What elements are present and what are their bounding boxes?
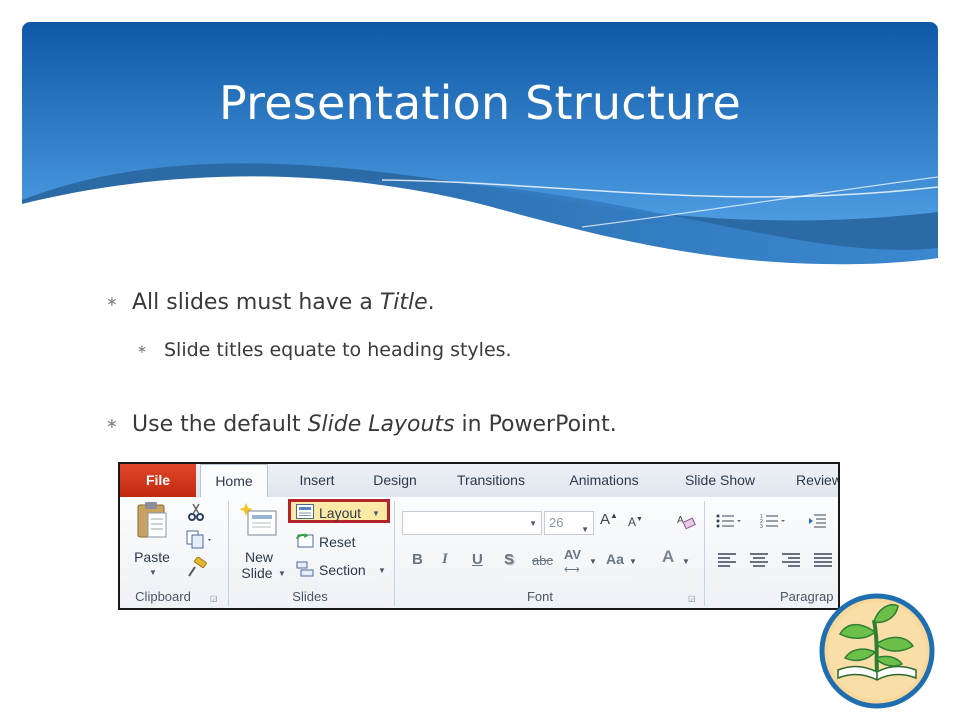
tab-slide-show[interactable]: Slide Show [672,464,768,497]
group-separator [704,501,705,606]
new-slide-dropdown-icon[interactable]: ▼ [278,569,286,578]
layout-icon[interactable] [296,504,314,524]
format-painter-icon[interactable] [186,556,208,584]
tab-review[interactable]: Review [784,464,838,497]
ribbon-body: Paste ▼ Clipboard ◲ New Slide ▼ Layout ▼… [120,497,838,608]
justify-icon[interactable] [814,553,832,572]
font-color-button[interactable]: A [662,547,674,567]
grow-font-icon[interactable]: A▲ [600,511,618,528]
tab-design[interactable]: Design [360,464,430,497]
svg-text:A: A [677,515,684,526]
character-spacing-button[interactable]: AV [564,547,581,562]
bullet-2-emphasis: Slide Layouts [307,412,455,437]
bullet-1-suffix: . [427,290,435,315]
font-size-dropdown-icon[interactable]: ▼ [581,519,589,541]
tab-transitions[interactable]: Transitions [444,464,538,497]
clipboard-group-label: Clipboard [135,589,191,604]
new-slide-icon[interactable] [238,501,280,548]
spacing-arrows-icon: ⟷ [564,564,580,576]
font-launcher-icon[interactable]: ◲ [688,594,696,603]
font-color-dropdown-icon[interactable]: ▼ [682,557,690,566]
ribbon-tab-bar: File Home Insert Design Transitions Anim… [120,464,838,498]
bullet-1-sub-text: Slide titles equate to heading styles. [164,339,512,361]
new-slide-label-line1[interactable]: New [236,549,282,565]
section-icon[interactable] [296,561,314,582]
reset-button-label[interactable]: Reset [319,534,356,550]
align-left-icon[interactable] [718,553,736,572]
svg-text:3: 3 [760,524,763,529]
organization-logo [818,592,936,714]
reset-icon[interactable] [296,533,314,554]
slide-title: Presentation Structure [219,76,741,130]
bullet-1: ∗ All slides must have a Title. [106,290,435,315]
strikethrough-button[interactable]: abc [532,553,553,568]
bullet-2-suffix: in PowerPoint. [454,412,617,437]
font-group-label: Font [526,589,553,604]
decrease-indent-icon[interactable] [808,513,828,534]
bullet-1-sub: ∗ Slide titles equate to heading styles. [137,339,512,361]
numbering-icon[interactable]: 1 2 3 [760,513,786,534]
paste-dropdown-icon[interactable]: ▼ [149,568,157,577]
tab-home[interactable]: Home [200,464,268,498]
tab-insert[interactable]: Insert [286,464,348,497]
bullet-1-text: All slides must have a [132,290,380,315]
font-size-value: 26 [549,515,564,530]
shrink-font-icon[interactable]: A▼ [628,515,643,529]
font-size-select[interactable]: 26 ▼ [544,511,594,535]
banner-wave-graphic [22,22,938,272]
group-separator [228,501,229,606]
tab-file[interactable]: File [120,464,196,497]
bullet-marker: ∗ [106,416,118,432]
bullet-marker: ∗ [137,342,148,356]
align-right-icon[interactable] [782,553,800,572]
bullet-marker: ∗ [106,294,118,310]
text-shadow-button[interactable]: S [504,551,514,568]
slides-group-label: Slides [292,589,328,604]
cut-icon[interactable] [186,502,206,527]
align-center-icon[interactable] [750,553,768,572]
italic-button[interactable]: I [442,551,448,568]
change-case-button[interactable]: Aa [606,551,624,567]
paste-button-label[interactable]: Paste [130,549,174,565]
group-separator [394,501,395,606]
tab-animations[interactable]: Animations [556,464,652,497]
clear-formatting-icon[interactable]: A [676,511,696,536]
bullet-2: ∗ Use the default Slide Layouts in Power… [106,412,617,437]
underline-button[interactable]: U [472,551,483,568]
section-dropdown-icon[interactable]: ▼ [378,566,386,575]
font-family-select[interactable]: ▼ [402,511,542,535]
clipboard-launcher-icon[interactable]: ◲ [210,594,218,603]
bullet-1-emphasis: Title [379,290,428,315]
section-button-label[interactable]: Section [319,562,366,578]
title-banner [22,22,938,272]
layout-dropdown-icon[interactable]: ▼ [372,509,380,518]
layout-button-label[interactable]: Layout [319,505,361,521]
paste-icon[interactable] [136,501,168,546]
sprout-book-icon [819,593,935,709]
change-case-dropdown-icon[interactable]: ▼ [629,557,637,566]
new-slide-label-line2[interactable]: Slide [234,565,280,581]
bullets-icon[interactable] [716,513,742,534]
copy-icon[interactable] [186,530,214,555]
font-family-dropdown-icon[interactable]: ▼ [529,519,537,528]
spacing-dropdown-icon[interactable]: ▼ [589,557,597,566]
bullet-2-text: Use the default [132,412,308,437]
bold-button[interactable]: B [412,551,423,568]
ribbon-screenshot: File Home Insert Design Transitions Anim… [118,462,840,610]
